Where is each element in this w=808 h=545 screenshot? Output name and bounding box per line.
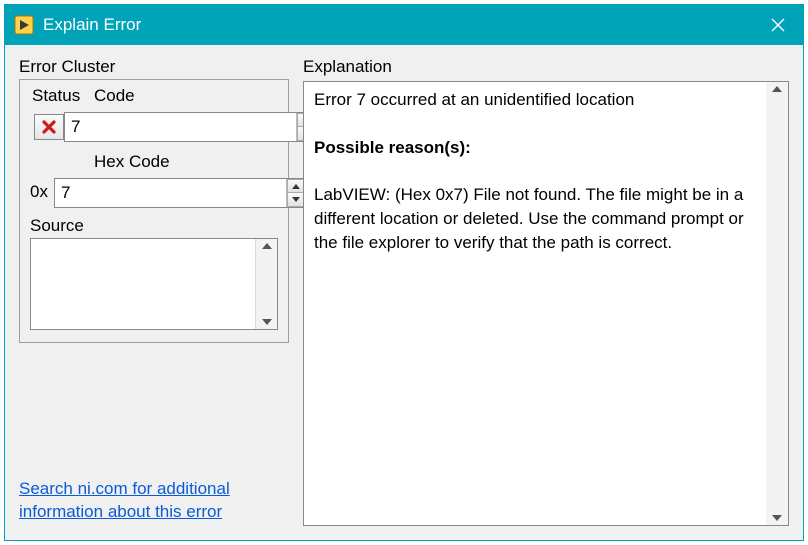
explanation-heading: Possible reason(s): (314, 138, 471, 157)
explanation-body: LabVIEW: (Hex 0x7) File not found. The f… (314, 185, 744, 252)
explanation-box: Error 7 occurred at an unidentified loca… (303, 81, 789, 526)
left-panel: Error Cluster Status Code (19, 57, 289, 526)
error-cluster-label: Error Cluster (19, 57, 289, 77)
source-scrollbar[interactable] (255, 239, 277, 329)
window-title: Explain Error (43, 15, 141, 35)
chevron-up-icon (292, 184, 300, 189)
source-textbox[interactable] (30, 238, 278, 330)
code-input-wrap (64, 112, 317, 142)
code-label: Code (94, 86, 278, 106)
scroll-up-icon (772, 86, 782, 92)
explanation-line1: Error 7 occurred at an unidentified loca… (314, 88, 756, 112)
titlebar[interactable]: Explain Error (5, 5, 803, 45)
error-icon (41, 119, 57, 135)
close-icon (771, 18, 785, 32)
source-label: Source (30, 216, 278, 236)
content-area: Error Cluster Status Code (5, 45, 803, 540)
explanation-scrollbar[interactable] (766, 82, 788, 525)
right-panel: Explanation Error 7 occurred at an unide… (303, 57, 789, 526)
error-cluster-box: Status Code (19, 79, 289, 343)
explain-error-window: Explain Error Error Cluster Status Code (4, 4, 804, 541)
hex-input-wrap (54, 178, 307, 208)
hex-code-input[interactable] (54, 178, 307, 208)
close-button[interactable] (753, 5, 803, 45)
scroll-down-icon (772, 515, 782, 521)
status-indicator[interactable] (34, 114, 64, 140)
explanation-label: Explanation (303, 57, 789, 77)
chevron-down-icon (292, 197, 300, 202)
hex-prefix: 0x (30, 182, 54, 202)
search-ni-link[interactable]: Search ni.com for additional information… (19, 478, 289, 526)
hex-code-label: Hex Code (94, 152, 278, 172)
status-label: Status (30, 86, 94, 106)
app-icon (13, 14, 35, 36)
explanation-text[interactable]: Error 7 occurred at an unidentified loca… (304, 82, 766, 525)
scroll-up-icon (262, 243, 272, 249)
code-input[interactable] (64, 112, 317, 142)
scroll-down-icon (262, 319, 272, 325)
